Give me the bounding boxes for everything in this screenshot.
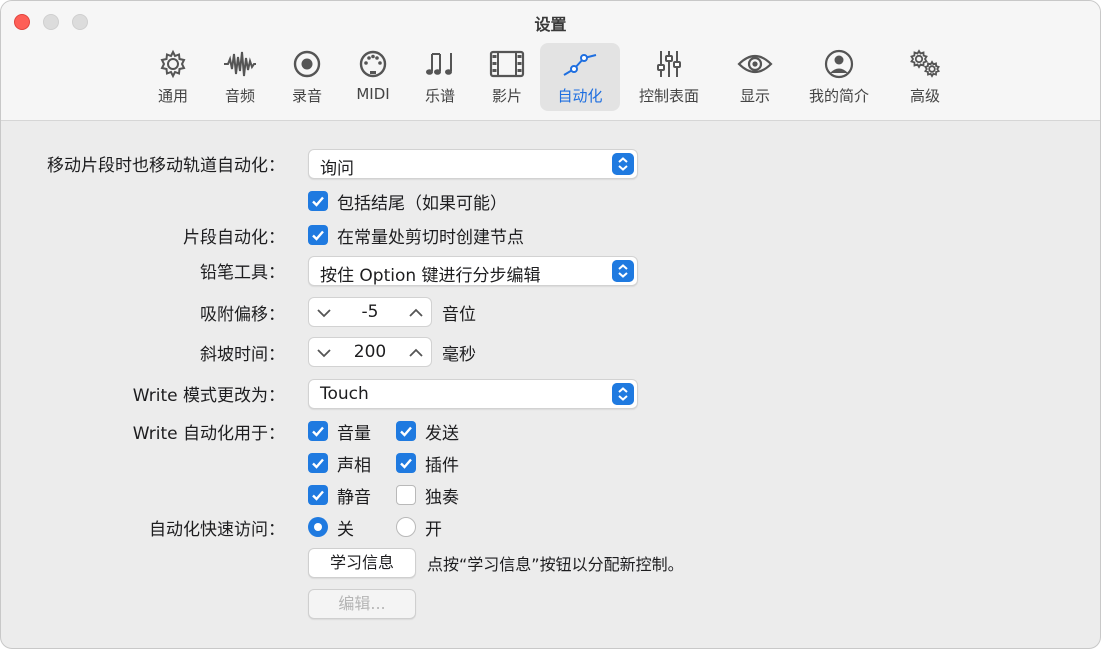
quick-access-on-radio[interactable] (396, 517, 416, 537)
tab-label: 通用 (157, 87, 188, 105)
tab-label: 显示 (739, 87, 770, 105)
tab-label: 自动化 (557, 87, 603, 105)
automation-settings-panel: 移动片段时也移动轨道自动化： 询问 包括结尾（如果可能） 片段自动化： 在常量处… (1, 122, 1100, 648)
quick-access-off-radio[interactable] (308, 517, 328, 537)
popup-value: 按住 Option 键进行分步编辑 (320, 266, 541, 286)
quick-access-label: 自动化快速访问： (149, 520, 285, 540)
tab-label: 控制表面 (638, 87, 699, 105)
popup-value: 询问 (320, 159, 354, 179)
eye-icon (737, 54, 773, 74)
tab-label: 高级 (909, 87, 940, 105)
person-circle-icon (824, 49, 854, 79)
tab-label: MIDI (356, 85, 390, 103)
snap-offset-label: 吸附偏移： (200, 305, 285, 325)
tab-movie[interactable]: 影片 (477, 43, 537, 111)
tab-label: 影片 (491, 87, 522, 105)
write-mode-label: Write 模式更改为： (132, 386, 285, 406)
pan-checkbox[interactable] (308, 453, 328, 473)
quick-access-on-text: 开 (425, 520, 442, 540)
move-automation-popup[interactable]: 询问 (308, 149, 638, 179)
include-tails-text: 包括结尾（如果可能） (337, 194, 507, 214)
tab-score[interactable]: 乐谱 (410, 43, 470, 111)
tab-midi[interactable]: MIDI (343, 43, 403, 111)
solo-text: 独奏 (425, 488, 459, 508)
create-nodes-text: 在常量处剪切时创建节点 (337, 228, 524, 248)
tab-display[interactable]: 显示 (725, 43, 785, 111)
toolbar: 设置 通用 音频 录音 MIDI 乐谱 影片 自动化 控制表面 显示 我的简介 … (1, 1, 1100, 121)
plugin-text: 插件 (425, 456, 459, 476)
snap-offset-stepper[interactable]: -5 (308, 297, 432, 327)
write-for-label: Write 自动化用于： (132, 424, 285, 444)
tab-label: 乐谱 (424, 87, 455, 105)
move-automation-label: 移动片段时也移动轨道自动化： (47, 156, 285, 176)
chevron-up-icon[interactable] (405, 302, 427, 324)
pencil-tool-popup[interactable]: 按住 Option 键进行分步编辑 (308, 256, 638, 286)
ramp-time-label: 斜坡时间： (200, 345, 285, 365)
include-tails-checkbox[interactable] (308, 191, 328, 211)
tab-advanced[interactable]: 高级 (895, 43, 955, 111)
automation-curve-icon (563, 54, 597, 76)
pencil-tool-label: 铅笔工具： (200, 263, 285, 283)
send-checkbox[interactable] (396, 421, 416, 441)
ramp-time-stepper[interactable]: 200 (308, 337, 432, 367)
quick-access-off-text: 关 (337, 520, 354, 540)
tab-my-info[interactable]: 我的简介 (801, 43, 877, 111)
ramp-time-value[interactable]: 200 (339, 342, 401, 362)
chevron-updown-icon (612, 383, 634, 405)
faders-icon (657, 51, 681, 77)
plugin-checkbox[interactable] (396, 453, 416, 473)
popup-value: Touch (320, 384, 369, 404)
window-title: 设置 (534, 15, 567, 34)
tab-label: 录音 (291, 87, 322, 105)
snap-offset-unit: 音位 (442, 305, 476, 325)
volume-checkbox[interactable] (308, 421, 328, 441)
tab-automation[interactable]: 自动化 (540, 43, 620, 111)
tab-general[interactable]: 通用 (143, 43, 203, 111)
chevron-down-icon[interactable] (313, 342, 335, 364)
gear-icon (160, 49, 186, 79)
chevron-up-icon[interactable] (405, 342, 427, 364)
pan-text: 声相 (337, 456, 371, 476)
mute-checkbox[interactable] (308, 485, 328, 505)
tab-recording[interactable]: 录音 (277, 43, 337, 111)
snap-offset-value[interactable]: -5 (339, 302, 401, 322)
write-mode-popup[interactable]: Touch (308, 379, 638, 409)
edit-button[interactable]: 编辑... (308, 589, 416, 619)
settings-window: 设置 通用 音频 录音 MIDI 乐谱 影片 自动化 控制表面 显示 我的简介 … (0, 0, 1101, 649)
learn-button[interactable]: 学习信息 (308, 548, 416, 578)
waveform-icon (224, 51, 256, 77)
create-nodes-checkbox[interactable] (308, 225, 328, 245)
midi-port-icon (359, 50, 387, 78)
film-icon (489, 50, 525, 78)
solo-checkbox[interactable] (396, 485, 416, 505)
volume-text: 音量 (337, 424, 371, 444)
send-text: 发送 (425, 424, 459, 444)
ramp-time-unit: 毫秒 (442, 345, 476, 365)
tab-label: 音频 (224, 87, 255, 105)
mute-text: 静音 (337, 488, 371, 508)
gears-icon (910, 49, 940, 78)
chevron-down-icon[interactable] (313, 302, 335, 324)
region-automation-label: 片段自动化： (183, 228, 285, 248)
learn-hint: 点按“学习信息”按钮以分配新控制。 (427, 555, 684, 574)
music-notes-icon (426, 53, 452, 75)
record-icon (293, 50, 321, 78)
tab-control-surfaces[interactable]: 控制表面 (631, 43, 707, 111)
tab-label: 我的简介 (808, 87, 869, 105)
chevron-updown-icon (612, 260, 634, 282)
chevron-updown-icon (612, 153, 634, 175)
tab-audio[interactable]: 音频 (210, 43, 270, 111)
